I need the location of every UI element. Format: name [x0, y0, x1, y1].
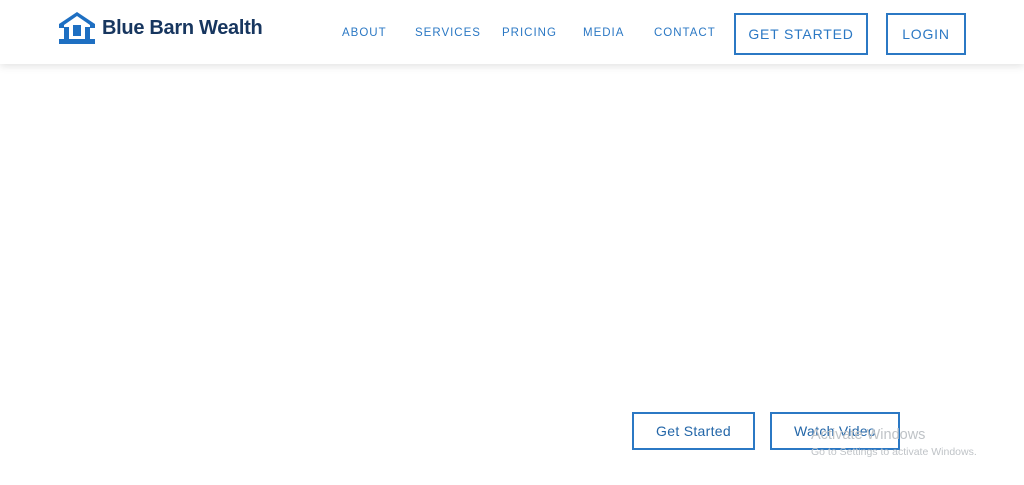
nav-link-contact[interactable]: CONTACT [654, 27, 716, 39]
login-button[interactable]: LOGIN [886, 13, 966, 55]
nav-link-media[interactable]: MEDIA [583, 27, 624, 39]
barn-icon [59, 12, 95, 44]
logo-link[interactable]: Blue Barn Wealth [57, 11, 263, 45]
nav-link-pricing[interactable]: PRICING [502, 27, 557, 39]
brand-name: Blue Barn Wealth [102, 16, 263, 39]
site-header: Blue Barn Wealth ABOUT SERVICES PRICING … [0, 0, 1024, 64]
header-get-started-button[interactable]: GET STARTED [734, 13, 868, 55]
nav-link-services[interactable]: SERVICES [415, 27, 481, 39]
watch-video-button[interactable]: Watch Video [770, 412, 900, 450]
hero-get-started-button[interactable]: Get Started [632, 412, 755, 450]
nav-link-about[interactable]: ABOUT [342, 27, 387, 39]
page: Blue Barn Wealth ABOUT SERVICES PRICING … [0, 0, 1024, 485]
